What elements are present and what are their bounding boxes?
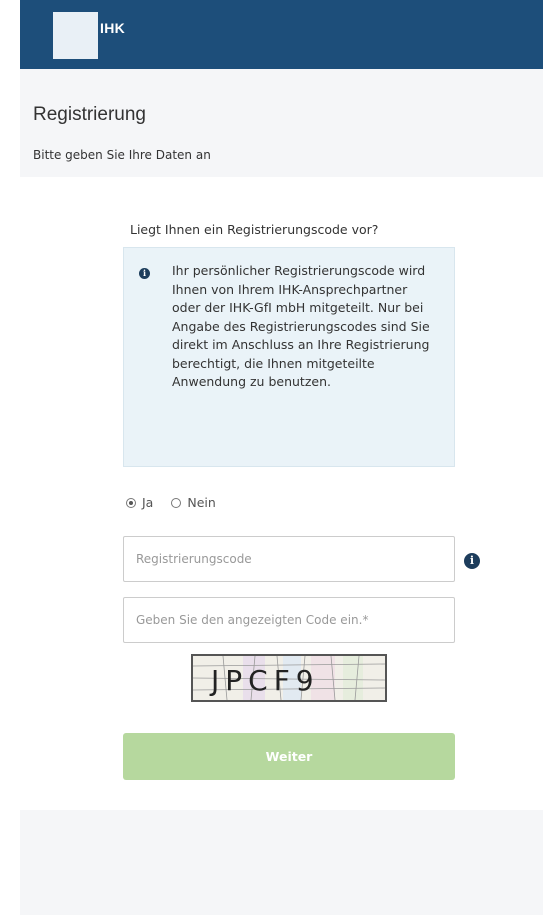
code-radio-group: Ja Nein [126, 495, 230, 511]
captcha-image: JPCF9 [191, 654, 387, 702]
radio-yes-label: Ja [142, 495, 154, 510]
radio-no-label: Nein [187, 495, 216, 510]
continue-button[interactable]: Weiter [123, 733, 455, 780]
logo-text: IHK [100, 20, 126, 36]
radio-yes-button[interactable] [126, 497, 136, 508]
footer-band [20, 810, 543, 915]
radio-no[interactable]: Nein [171, 495, 216, 510]
info-panel-text: Ihr persönlicher Registrierungscode wird… [172, 263, 430, 389]
registration-code-info-icon[interactable]: i [464, 553, 480, 569]
logo-mark [53, 12, 98, 59]
left-margin [0, 0, 20, 915]
registration-code-input[interactable] [123, 536, 455, 582]
registration-code-question: Liegt Ihnen ein Registrierungscode vor? [130, 222, 379, 237]
page-title: Registrierung [33, 104, 146, 125]
info-icon: i [139, 268, 150, 279]
radio-yes[interactable]: Ja [126, 495, 153, 510]
top-header-bar: IHK [20, 0, 543, 69]
ihk-logo[interactable]: IHK [53, 12, 140, 59]
page-subtitle: Bitte geben Sie Ihre Daten an [33, 148, 211, 162]
captcha-graphic: JPCF9 [193, 656, 385, 700]
captcha-text: JPCF9 [209, 664, 320, 697]
info-panel: i Ihr persönlicher Registrierungscode wi… [123, 247, 455, 467]
captcha-input[interactable] [123, 597, 455, 643]
radio-no-button[interactable] [171, 497, 182, 508]
